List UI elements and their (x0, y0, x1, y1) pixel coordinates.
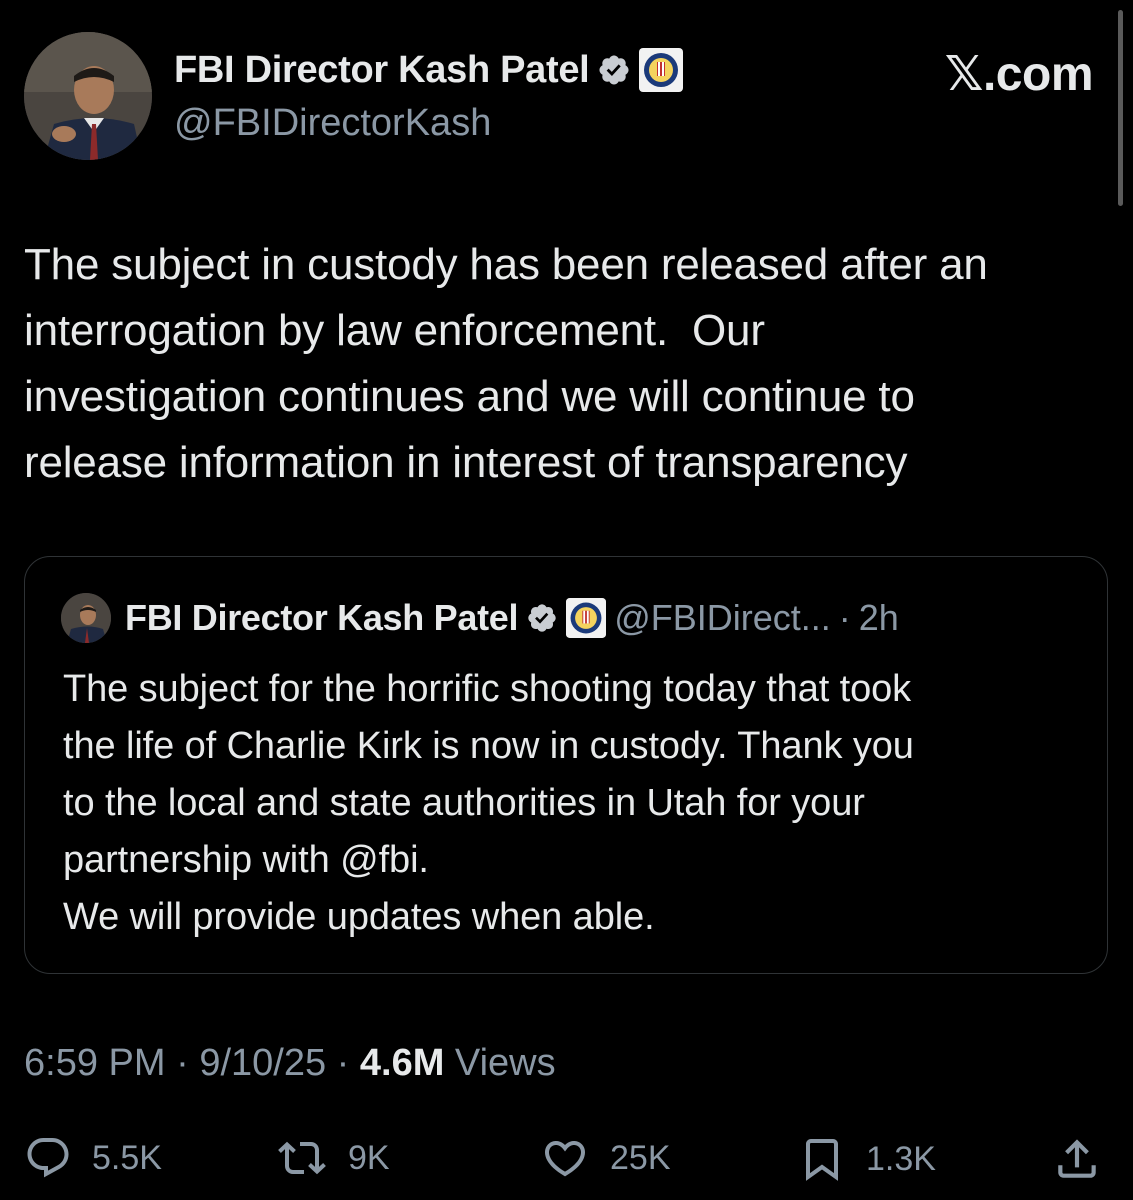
repost-icon (276, 1134, 328, 1182)
author-handle[interactable]: @FBIDirectorKash (174, 102, 491, 145)
quoted-tweet-card[interactable]: FBI Director Kash Patel @FBIDirect... · … (24, 556, 1108, 974)
tweet-text: The subject in custody has been released… (24, 240, 988, 487)
repost-button[interactable]: 9K (276, 1134, 390, 1182)
share-icon (1052, 1134, 1102, 1184)
tweet-date[interactable]: 9/10/25 (199, 1042, 326, 1084)
meta-separator: · (326, 1042, 360, 1084)
repost-count: 9K (348, 1138, 390, 1177)
meta-separator: · (165, 1042, 200, 1084)
tweet-time[interactable]: 6:59 PM (24, 1042, 166, 1084)
quoted-tweet-header: FBI Director Kash Patel @FBIDirect... · … (61, 593, 899, 643)
quoted-tweet-text: The subject for the horrific shooting to… (63, 668, 914, 938)
views-count: 4.6M (359, 1042, 445, 1084)
quoted-author-handle[interactable]: @FBIDirect... (614, 597, 831, 639)
reply-icon (24, 1134, 72, 1182)
quoted-fbi-seal-icon[interactable] (566, 598, 607, 638)
tweet-header: FBI Director Kash Patel @FBIDirectorKash… (24, 32, 1094, 164)
quoted-author-avatar[interactable] (61, 593, 111, 643)
x-com-logo: 𝕏.com (944, 48, 1094, 101)
share-button[interactable] (1052, 1134, 1102, 1184)
tweet-action-bar: 5.5K 9K 25K 1.3K (0, 1134, 1133, 1184)
quoted-verified-badge-icon[interactable] (526, 602, 558, 634)
bookmark-icon (798, 1134, 846, 1184)
author-display-name[interactable]: FBI Director Kash Patel (174, 49, 590, 92)
quoted-author-display-name[interactable]: FBI Director Kash Patel (125, 597, 519, 639)
tweet-meta: 6:59 PM · 9/10/25 · 4.6M Views (24, 1042, 556, 1085)
author-name-row: FBI Director Kash Patel (174, 48, 684, 92)
quoted-separator: · (838, 597, 851, 638)
page-scrollbar[interactable] (1118, 10, 1123, 206)
heart-icon (540, 1134, 590, 1182)
quoted-tweet-time[interactable]: 2h (859, 597, 899, 639)
author-avatar[interactable] (24, 32, 152, 160)
bookmark-count: 1.3K (866, 1139, 936, 1178)
verified-badge-icon[interactable] (597, 53, 631, 87)
reply-count: 5.5K (92, 1138, 162, 1177)
bookmark-button[interactable]: 1.3K (798, 1134, 936, 1184)
views-label: Views (444, 1042, 556, 1084)
fbi-seal-icon[interactable] (639, 48, 684, 92)
reply-button[interactable]: 5.5K (24, 1134, 162, 1182)
like-count: 25K (610, 1138, 671, 1177)
like-button[interactable]: 25K (540, 1134, 671, 1182)
